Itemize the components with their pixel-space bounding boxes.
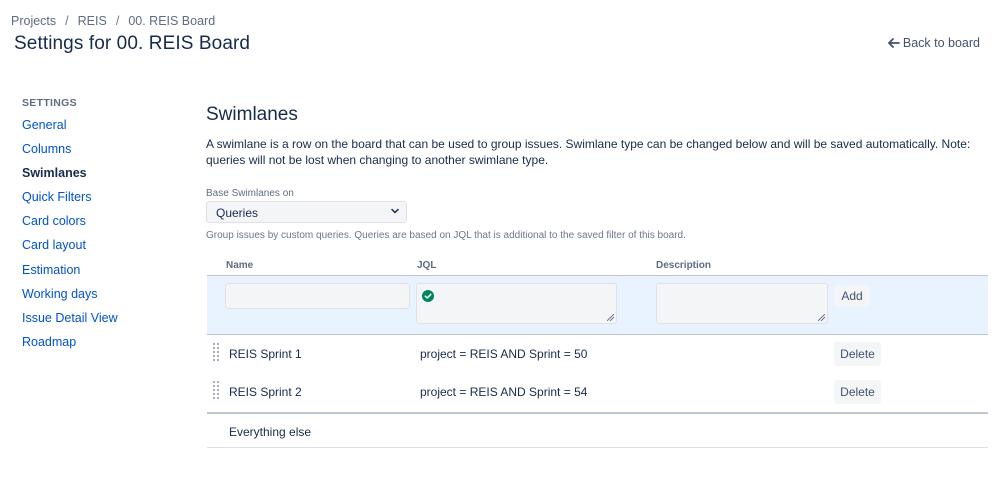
base-swimlanes-help: Group issues by custom queries. Queries … — [206, 230, 686, 241]
settings-sidebar: SETTINGS General Columns Swimlanes Quick… — [22, 97, 182, 358]
table-row: REIS Sprint 1 project = REIS AND Sprint … — [207, 338, 988, 376]
sidebar-item-estimation[interactable]: Estimation — [22, 262, 182, 286]
sidebar-item-working-days[interactable]: Working days — [22, 286, 182, 310]
breadcrumb-separator: / — [65, 14, 69, 28]
back-to-board-link[interactable]: Back to board — [887, 36, 980, 50]
sidebar-item-quick-filters[interactable]: Quick Filters — [22, 189, 182, 213]
swimlane-jql[interactable]: project = REIS AND Sprint = 54 — [420, 385, 587, 399]
check-circle-icon — [422, 290, 434, 302]
back-to-board-label: Back to board — [902, 36, 980, 50]
base-swimlanes-select[interactable]: Queries — [206, 201, 407, 223]
sidebar-heading: SETTINGS — [22, 97, 77, 109]
delete-button[interactable]: Delete — [834, 342, 881, 366]
sidebar-item-issue-detail-view[interactable]: Issue Detail View — [22, 310, 182, 334]
swimlane-jql[interactable]: project = REIS AND Sprint = 50 — [420, 347, 587, 361]
sidebar-item-general[interactable]: General — [22, 117, 182, 141]
breadcrumb-board[interactable]: 00. REIS Board — [128, 14, 215, 28]
delete-button[interactable]: Delete — [834, 380, 881, 404]
sidebar-item-roadmap[interactable]: Roadmap — [22, 334, 182, 358]
breadcrumb: Projects / REIS / 00. REIS Board — [11, 14, 215, 28]
resize-handle-icon[interactable] — [818, 314, 825, 321]
sidebar-item-columns[interactable]: Columns — [22, 141, 182, 165]
resize-handle-icon[interactable] — [607, 314, 614, 321]
arrow-left-icon — [887, 38, 900, 48]
add-swimlane-row: Add — [207, 275, 988, 335]
row-divider — [207, 412, 988, 414]
base-swimlanes-value: Queries — [216, 206, 259, 220]
column-header-description: Description — [656, 260, 712, 271]
sidebar-item-card-colors[interactable]: Card colors — [22, 213, 182, 237]
column-header-name: Name — [226, 260, 254, 271]
table-row: REIS Sprint 2 project = REIS AND Sprint … — [207, 376, 988, 414]
column-header-jql: JQL — [417, 260, 437, 271]
breadcrumb-projects[interactable]: Projects — [11, 14, 56, 28]
section-description: A swimlane is a row on the board that ca… — [206, 137, 971, 167]
base-swimlanes-label: Base Swimlanes on — [206, 188, 294, 199]
everything-else-label: Everything else — [229, 425, 312, 439]
new-name-input[interactable] — [225, 283, 410, 309]
drag-handle-icon[interactable] — [213, 381, 219, 401]
section-title: Swimlanes — [206, 104, 298, 125]
sidebar-item-swimlanes[interactable]: Swimlanes — [22, 165, 182, 189]
swimlane-name[interactable]: REIS Sprint 1 — [229, 347, 302, 361]
row-divider — [207, 447, 988, 448]
swimlane-name[interactable]: REIS Sprint 2 — [229, 385, 302, 399]
swimlanes-section: Swimlanes A swimlane is a row on the boa… — [206, 104, 988, 168]
drag-handle-icon[interactable] — [213, 343, 219, 363]
breadcrumb-separator: / — [115, 14, 120, 28]
new-description-textarea[interactable] — [656, 283, 828, 324]
sidebar-item-card-layout[interactable]: Card layout — [22, 237, 182, 261]
chevron-down-icon — [391, 208, 399, 214]
everything-else-row: Everything else — [207, 416, 988, 454]
add-button[interactable]: Add — [834, 285, 870, 307]
page-title: Settings for 00. REIS Board — [14, 33, 251, 54]
breadcrumb-reis[interactable]: REIS — [78, 14, 107, 28]
new-jql-textarea[interactable] — [416, 283, 617, 324]
